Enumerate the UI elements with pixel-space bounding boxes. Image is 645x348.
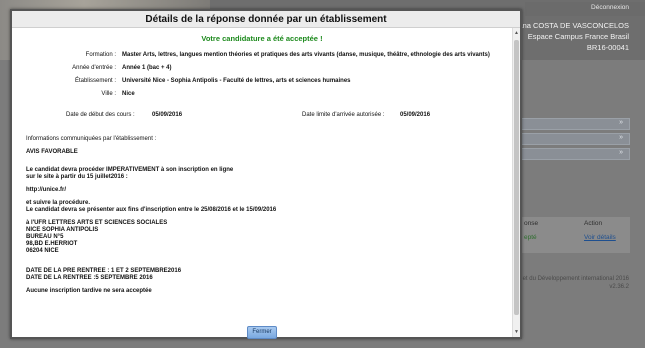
date-debut-label: Date de début des cours : [66, 112, 135, 118]
scroll-down-icon[interactable]: ▼ [514, 329, 519, 335]
acceptance-message: Votre candidature a été acceptée ! [201, 34, 323, 43]
date-limite-value: 05/09/2016 [400, 112, 431, 118]
infos-label: Informations communiquées par l'établiss… [26, 136, 157, 142]
url-text: http://unice.fr/ [26, 187, 66, 193]
table-header-response: onse [524, 220, 539, 227]
date-limite-label: Date limite d'arrivée autorisée : [302, 112, 385, 118]
user-space: Espace Campus France Brasil [527, 32, 629, 41]
rentree-line: DATE DE LA PRE RENTREE : 1 ET 2 SEPTEMBR… [26, 268, 182, 274]
address-line: à l'UFR LETTRES ARTS ET SCIENCES SOCIALE… [26, 220, 168, 226]
field-value: Année 1 (bac + 4) [122, 65, 172, 71]
field-label: Formation : [85, 52, 116, 58]
date-debut-value: 05/09/2016 [152, 112, 183, 118]
paragraph2-line2: Le candidat devra se présenter aux fins … [26, 207, 277, 213]
address-line: 06204 NICE [26, 248, 59, 254]
field-formation: Formation : Master Arts, lettres, langue… [26, 51, 498, 59]
dialog-title: Détails de la réponse donnée par un étab… [12, 11, 520, 28]
footer-version: v2.36.2 [609, 284, 629, 290]
paragraph1-line1: Le candidat devra procéder IMPERATIVEMEN… [26, 167, 234, 173]
user-name: iana COSTA DE VASCONCELOS [516, 21, 629, 30]
voir-details-link[interactable]: Voir détails [584, 234, 616, 241]
footer-copyright: e et du Développement international 2016 [517, 276, 629, 282]
chevron-icon: » [619, 119, 623, 126]
user-id: BR16-00041 [586, 43, 629, 52]
chevron-icon: » [619, 134, 623, 141]
paragraph1-line2: sur le site à partir du 15 juillet2016 : [26, 174, 128, 180]
dates-row: Date de début des cours : 05/09/2016 Dat… [26, 112, 498, 122]
rentree-line: DATE DE LA RENTREE :5 SEPTEMBRE 2016 [26, 275, 153, 281]
scroll-up-icon[interactable]: ▲ [514, 30, 519, 36]
field-ville: Ville : Nice [26, 90, 498, 98]
address-line: NICE SOPHIA ANTIPOLIS [26, 227, 99, 233]
deconnexion-link[interactable]: Déconnexion [591, 4, 629, 11]
collapsed-section-2[interactable]: » [520, 133, 630, 145]
institution-info: Informations communiquées par l'établiss… [26, 136, 498, 295]
field-annee: Année d'entrée : Année 1 (bac + 4) [26, 64, 498, 72]
response-details-dialog: Détails de la réponse donnée par un étab… [10, 9, 522, 339]
scrollbar-thumb[interactable] [514, 40, 519, 315]
chevron-icon: » [619, 149, 623, 156]
address-line: 98,BD E.HERRIOT [26, 241, 78, 247]
collapsed-section-1[interactable]: » [520, 118, 630, 130]
field-label: Ville : [101, 91, 116, 97]
field-etablissement: Établissement : Université Nice - Sophia… [26, 77, 498, 85]
field-label: Établissement : [74, 78, 116, 84]
tardive-text: Aucune inscription tardive ne sera accep… [26, 288, 152, 294]
field-value: Master Arts, lettres, langues mention th… [122, 52, 490, 58]
paragraph2-line1: et suivre la procédure. [26, 200, 91, 206]
dialog-content: Votre candidature a été acceptée ! Forma… [12, 28, 512, 339]
field-value: Université Nice - Sophia Antipolis - Fac… [122, 78, 351, 84]
page-footer: e et du Développement international 2016… [518, 275, 629, 291]
table-header-action: Action [584, 220, 603, 227]
field-label: Année d'entrée : [72, 65, 116, 71]
table-cell-status: epté [524, 234, 537, 241]
responses-table: onse Action epté Voir détails [520, 217, 630, 253]
dialog-scrollbar[interactable]: ▲ ▼ [512, 28, 520, 337]
address-line: BUREAU N°5 [26, 234, 64, 240]
user-info: iana COSTA DE VASCONCELOS Espace Campus … [517, 20, 629, 53]
avis-text: AVIS FAVORABLE [26, 149, 78, 155]
collapsed-section-3[interactable]: » [520, 148, 630, 160]
fermer-button[interactable]: Fermer [247, 326, 277, 339]
field-value: Nice [122, 91, 135, 97]
